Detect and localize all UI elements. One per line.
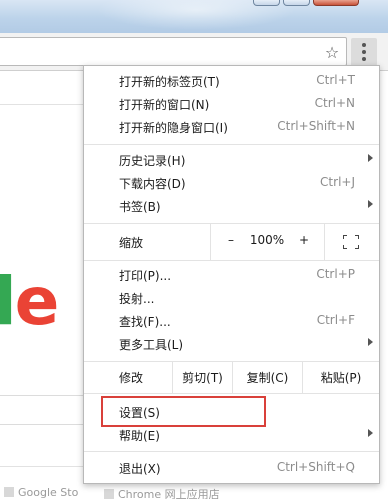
menu-item-exit[interactable]: 退出(X) Ctrl+Shift+Q — [84, 457, 379, 480]
chevron-right-icon — [368, 338, 373, 346]
menu-item-print[interactable]: 打印(P)... Ctrl+P — [84, 264, 379, 287]
fullscreen-icon[interactable] — [343, 235, 359, 249]
menu-dots-icon[interactable] — [356, 41, 372, 63]
page-divider — [0, 466, 83, 467]
zoom-divider — [210, 223, 211, 260]
menu-separator — [84, 393, 379, 394]
menu-item-downloads[interactable]: 下载内容(D) Ctrl+J — [84, 172, 379, 195]
menu-item-cast[interactable]: 投射... — [84, 287, 379, 310]
menu-item-new-window[interactable]: 打开新的窗口(N) Ctrl+N — [84, 93, 379, 116]
star-icon[interactable]: ☆ — [323, 43, 341, 62]
shortcut-tile[interactable]: Google Sto — [4, 486, 78, 499]
edit-label: 修改 — [119, 371, 144, 385]
menu-edit-row: 修改 剪切(T) 复制(C) 粘贴(P) — [84, 361, 379, 393]
menu-item-more-tools[interactable]: 更多工具(L) — [84, 333, 379, 356]
menu-zoom-row: 缩放 – 100% + — [84, 223, 379, 260]
zoom-level: 100% — [249, 233, 285, 247]
cut-button[interactable]: 剪切(T) — [172, 361, 232, 393]
menu-item-help[interactable]: 帮助(E) — [84, 424, 379, 447]
menu-item-new-tab[interactable]: 打开新的标签页(T) Ctrl+T — [84, 70, 379, 93]
chevron-right-icon — [368, 154, 373, 162]
address-bar[interactable] — [0, 37, 347, 66]
close-window-button[interactable] — [313, 0, 359, 6]
copy-button[interactable]: 复制(C) — [232, 361, 302, 393]
menu-separator — [84, 260, 379, 261]
paste-button[interactable]: 粘贴(P) — [302, 361, 379, 393]
menu-item-find[interactable]: 查找(F)... Ctrl+F — [84, 310, 379, 333]
chevron-right-icon — [368, 429, 373, 437]
zoom-in-button[interactable]: + — [297, 233, 311, 247]
zoom-divider — [324, 223, 325, 260]
menu-item-history[interactable]: 历史记录(H) — [84, 149, 379, 172]
zoom-label: 缩放 — [119, 236, 144, 250]
settings-highlight-box — [101, 396, 266, 427]
menu-separator — [84, 451, 379, 452]
shortcut-tile[interactable]: Chrome 网上应用店 — [104, 486, 220, 499]
window-titlebar — [0, 0, 388, 33]
menu-item-bookmarks[interactable]: 书签(B) — [84, 195, 379, 218]
page-divider — [0, 104, 83, 105]
minimize-button[interactable] — [253, 0, 280, 6]
google-logo-fragment: le — [0, 263, 59, 340]
menu-item-new-incognito-window[interactable]: 打开新的隐身窗口(I) Ctrl+Shift+N — [84, 116, 379, 139]
maximize-button[interactable] — [283, 0, 310, 6]
zoom-out-button[interactable]: – — [224, 233, 238, 247]
menu-separator — [84, 144, 379, 145]
chevron-right-icon — [368, 200, 373, 208]
